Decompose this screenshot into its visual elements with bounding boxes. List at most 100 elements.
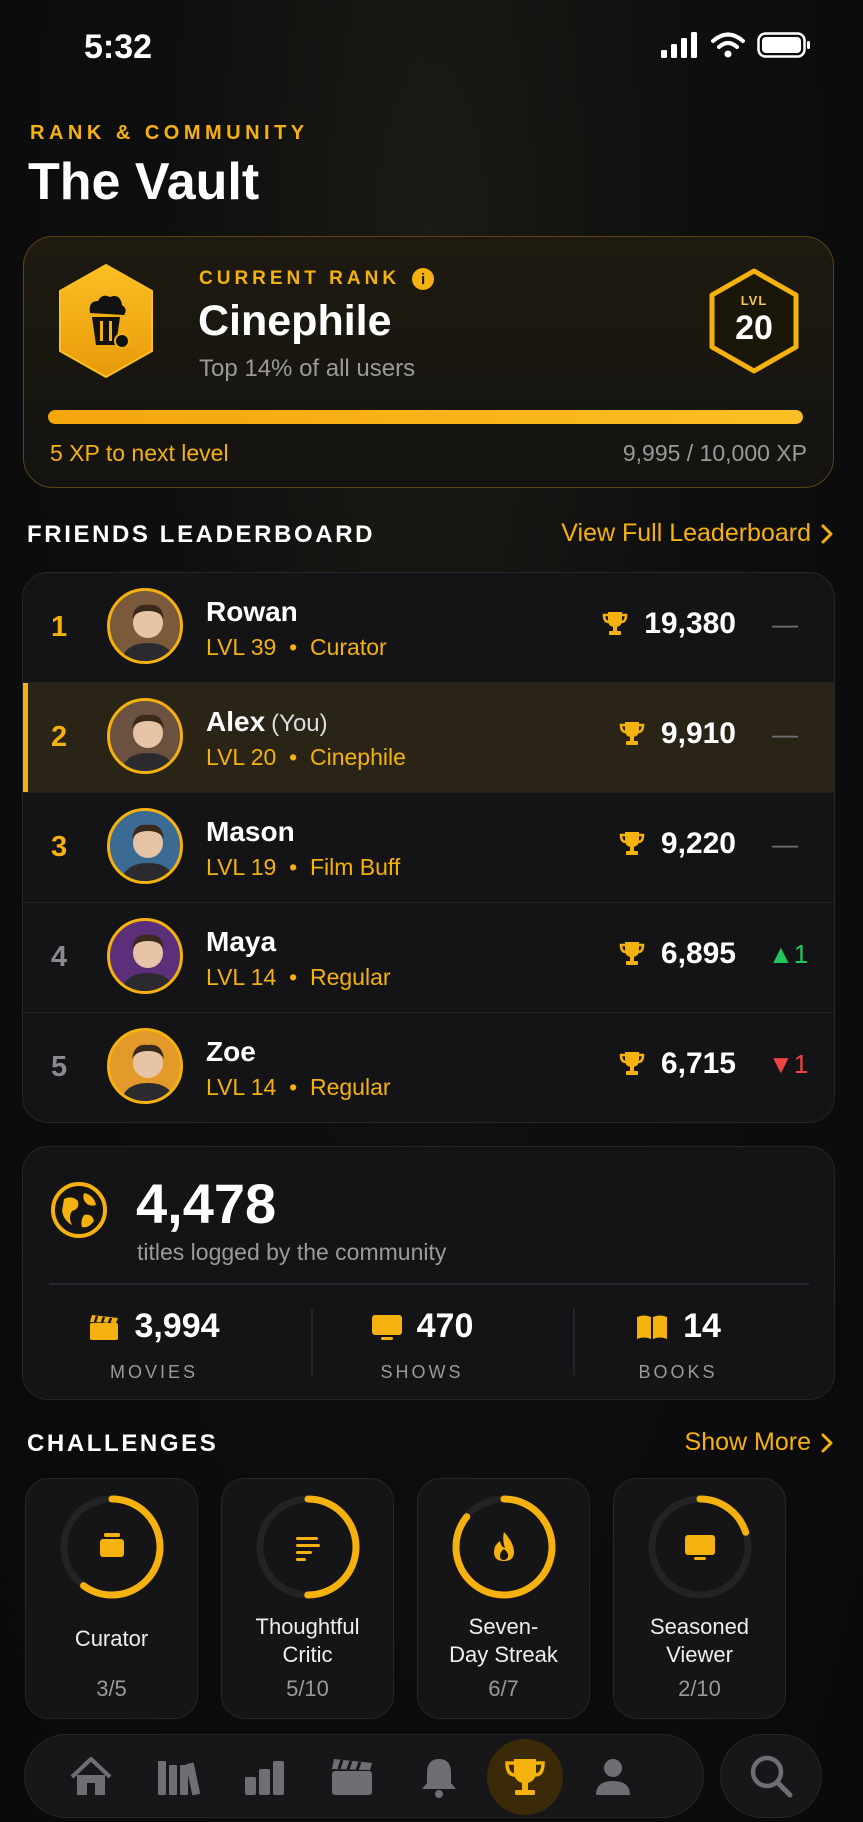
friend-title: Regular [309,1074,391,1100]
friend-name: Rowan [206,596,298,628]
friend-level: LVL 19 [206,854,277,880]
friend-score: 19,380 [602,607,736,641]
friend-title: Cinephile [309,744,406,770]
trophy-icon [505,1759,545,1795]
movies-label: MOVIES [109,1362,198,1382]
status-icons [661,32,811,58]
tab-bar [24,1734,704,1818]
challenge-card[interactable]: Seasoned Viewer 2/10 [613,1478,786,1719]
rank-change: ▼1 [768,1049,809,1079]
avatar-person-icon [121,604,175,661]
rank-percentile: Top 14% of all users [199,355,416,382]
challenge-progress-ring [60,1495,164,1599]
rank-number: 5 [51,1051,68,1083]
leaderboard-row[interactable]: 5 Zoe LVL 14 • Regular 6,715 ▼1 [23,1013,834,1122]
friend-meta: LVL 14 • Regular [206,1074,391,1101]
leaderboard-row[interactable]: 1 Rowan LVL 39 • Curator 19,380 — [23,573,834,683]
friend-level: LVL 39 [206,634,277,660]
friend-name-label: Rowan [206,596,298,627]
popcorn-rank-icon [59,264,153,378]
tv-icon [685,1535,715,1560]
rank-eyebrow-label: CURRENT RANK [199,268,401,289]
tab-home[interactable] [61,1747,121,1807]
challenge-card[interactable]: Curator 3/5 [25,1478,198,1719]
tv-icon [371,1314,402,1340]
clapperboard-icon [332,1759,372,1795]
bell-icon [422,1759,456,1798]
community-total: 4,478 [136,1172,277,1235]
challenges-heading: CHALLENGES [27,1430,219,1457]
stat-books: 14 BOOKS [547,1307,809,1383]
chevron-right-icon [821,524,833,543]
view-full-leaderboard-link[interactable]: View Full Leaderboard [561,519,833,548]
movies-count: 3,994 [134,1307,220,1345]
challenge-progress: 5/10 [286,1676,329,1701]
search-button[interactable] [720,1734,822,1818]
friend-name: Mason [206,816,295,848]
leaderboard-row[interactable]: 4 Maya LVL 14 • Regular 6,895 ▲1 [23,903,834,1013]
stat-movies: 3,994 MOVIES [23,1307,285,1383]
challenge-card[interactable]: Thoughtful Critic 5/10 [221,1478,394,1719]
tab-notifications[interactable] [409,1747,469,1807]
friend-level: LVL 14 [206,1074,277,1100]
info-icon[interactable]: i [412,268,435,290]
battery-icon [757,32,810,58]
trophy-icon [619,942,645,965]
avatar[interactable] [107,918,183,994]
friend-name: Maya [206,926,276,958]
friend-level: LVL 20 [206,744,277,770]
avatar[interactable] [107,588,183,664]
score-value: 6,715 [660,1047,736,1080]
challenge-card[interactable]: Seven- Day Streak 6/7 [417,1478,590,1719]
friend-meta: LVL 14 • Regular [206,964,391,991]
book-icon [637,1315,668,1339]
stats-icon [245,1761,284,1795]
you-tag: (You) [271,710,328,737]
level-badge: LVL 20 [704,267,804,375]
challenge-progress: 2/10 [678,1676,721,1701]
separator-dot: • [276,744,310,770]
globe-icon [51,1182,107,1238]
avatar[interactable] [107,808,183,884]
search-icon [750,1755,793,1798]
avatar[interactable] [107,698,183,774]
rank-change: ▲1 [768,939,809,969]
friend-meta: LVL 19 • Film Buff [206,854,400,881]
leaderboard-heading: FRIENDS LEADERBOARD [27,521,376,548]
friend-name-label: Alex [206,706,266,737]
friend-name-label: Zoe [206,1036,256,1067]
stat-shows: 470 SHOWS [291,1307,553,1383]
rank-change: — [772,829,798,859]
friend-meta: LVL 39 • Curator [206,634,387,661]
tab-rank[interactable] [487,1739,563,1815]
trophy-icon [602,612,628,635]
leaderboard-row[interactable]: 2 Alex (You) LVL 20 • Cinephile 9,910 — [23,683,834,793]
challenge-name: Thoughtful Critic [255,1614,360,1667]
signal-icon [661,32,697,58]
rank-change: — [772,719,798,749]
xp-progress-bar [48,410,803,424]
friend-name-label: Mason [206,816,295,847]
clapperboard-icon [90,1314,119,1340]
score-value: 9,220 [660,827,736,860]
show-more-challenges-link[interactable]: Show More [685,1428,833,1457]
challenge-progress: 6/7 [488,1676,519,1701]
friend-meta: LVL 20 • Cinephile [206,744,406,771]
challenge-progress-ring [648,1495,752,1599]
score-value: 6,895 [660,937,736,970]
friend-score: 6,895 [619,937,736,971]
tab-library[interactable] [148,1747,208,1807]
view-full-leaderboard-label: View Full Leaderboard [561,519,811,547]
avatar[interactable] [107,1028,183,1104]
leaderboard-row[interactable]: 3 Mason LVL 19 • Film Buff 9,220 — [23,793,834,903]
books-label: BOOKS [638,1362,718,1382]
tab-movies[interactable] [322,1747,382,1807]
rank-eyebrow: CURRENT RANK i [199,268,435,290]
friend-score: 9,910 [619,717,736,751]
separator-dot: • [276,1074,310,1100]
tab-profile[interactable] [583,1747,643,1807]
tab-stats[interactable] [235,1747,295,1807]
shows-label: SHOWS [380,1362,464,1382]
rank-card[interactable]: CURRENT RANK i Cinephile Top 14% of all … [23,236,834,488]
xp-total: 9,995 / 10,000 XP [622,440,807,466]
